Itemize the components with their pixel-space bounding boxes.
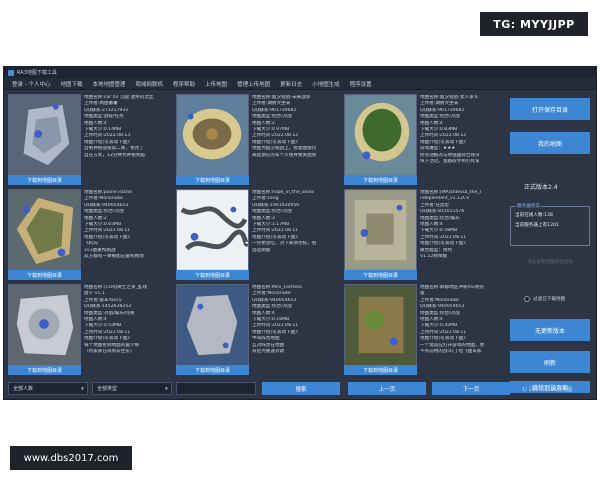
map-info: 地图名称:超汉视战-女人争斗 上传者:湖防大坐米 QQ联系:961730682 地图类…: [420, 95, 480, 165]
download-button[interactable]: 下载到地图目录: [8, 270, 81, 280]
online-users: 当前在线人数:138: [515, 213, 553, 218]
download-button[interactable]: 下载到地图目录: [344, 175, 417, 185]
chevron-down-icon: ▼: [80, 386, 84, 391]
map-info: 地图名称:cor 02 沉船 迷失的灵丝 上传者:两由番薯 QQ联系:2732179…: [84, 95, 154, 158]
map-card: 下载到地图目录 地图名称:麻都地区冲刺mv易别版上传者:Mononoke QQ联系…: [344, 284, 508, 376]
version-label: 正式版本2.4: [524, 184, 558, 191]
download-button[interactable]: 下载到地图目录: [8, 175, 81, 185]
menu-minimap[interactable]: 小地图生成: [307, 80, 345, 88]
map-thumbnail[interactable]: [344, 189, 417, 271]
map-info: 地图名称:麻都地区冲刺mv易别版上传者:Mononoke QQ联系:9400546…: [420, 285, 485, 355]
next-page-button[interactable]: 下一页: [432, 382, 510, 395]
map-card: 下载到地图目录 地图名称:超汉视战-未来战争 上传者:湖防大坐米 QQ联系:9617…: [176, 94, 340, 186]
map-info: 地图名称:plane island 上传者:Mononoke QQ联系:940054…: [84, 190, 144, 260]
bottom-bar: 全部人数 ▼ 全部类型 ▼ 搜索 上一页 下一页 1/ 133 共1191张地图: [8, 382, 594, 396]
filter-downloaded-label: 过滤已下载地图: [533, 297, 566, 302]
map-thumbnail[interactable]: [8, 284, 81, 366]
search-input[interactable]: [176, 382, 256, 395]
map-count: 当前服务器上有1201: [515, 222, 559, 228]
map-card: 下载到地图目录 地图名称:cor 02 沉船 迷失的灵丝 上传者:两由番薯 QQ联系…: [8, 94, 172, 186]
map-card: 下载到地图目录 地图名称:hope_in_the_snow 上传者:ceng QQ联…: [176, 189, 340, 281]
map-info: 地图名称:hope_in_the_snow 上传者:ceng QQ联系:190142…: [252, 190, 317, 253]
download-button[interactable]: 下载到地图目录: [176, 175, 249, 185]
download-button[interactable]: 下载到地图目录: [176, 270, 249, 280]
app-icon: [8, 69, 14, 76]
map-thumbnail[interactable]: [8, 189, 81, 271]
server-status-box: 服务器状态 当前在线人数:138 当前服务器上有1201: [510, 203, 590, 246]
download-button[interactable]: 下载到地图目录: [176, 365, 249, 375]
players-select[interactable]: 全部人数 ▼: [8, 382, 88, 395]
prev-page-button[interactable]: 上一页: [348, 382, 426, 395]
map-thumbnail[interactable]: [176, 94, 249, 176]
search-button[interactable]: 搜索: [262, 382, 340, 395]
map-card: 下载到地图目录 地图名称:Mini_Fortress 上传者:Mononoke QQ…: [176, 284, 340, 376]
menu-lan[interactable]: 局域网联机: [131, 80, 169, 88]
map-card: 下载到地图目录 地图名称:[MA]Odessa_the_I ndependent_…: [344, 189, 508, 281]
map-thumbnail[interactable]: [344, 284, 417, 366]
map-card: 下载到地图目录 地图名称:超汉视战-女人争斗 上传者:湖防大坐米 QQ联系:9617…: [344, 94, 508, 186]
page-info: 1/ 133 共1191张地图: [522, 387, 573, 393]
menu-local-maps[interactable]: 本地地图管理: [88, 80, 131, 88]
map-info: 地图名称:[CORJ将士之争_乱戏 唐夕 v1.1 上传者:雷军Yancy QQ联系:…: [84, 285, 147, 355]
watermark-bottom: www.dbs2017.com: [10, 446, 132, 470]
type-select[interactable]: 全部类型 ▼: [92, 382, 172, 395]
disabled-action-button: 点击查看地图的优化组: [527, 260, 573, 265]
download-button[interactable]: 下载到地图目录: [344, 270, 417, 280]
map-card: 下载到地图目录 地图名称:[CORJ将士之争_乱戏 唐夕 v1.1 上传者:雷军Ya…: [8, 284, 172, 376]
menu-changelog[interactable]: 更新日志: [275, 80, 307, 88]
title-bar: RA3地图下载工具: [4, 67, 596, 78]
chevron-down-icon: ▼: [164, 386, 168, 391]
watermark-top: TG: MYYJJPP: [480, 12, 588, 36]
menu-upload[interactable]: 上传地图: [200, 80, 232, 88]
server-status-title: 服务器状态: [516, 203, 541, 209]
map-thumbnail[interactable]: [344, 94, 417, 176]
menu-manage-uploads[interactable]: 管理上传地图: [232, 80, 275, 88]
download-button[interactable]: 下载到地图目录: [8, 365, 81, 375]
map-thumbnail[interactable]: [176, 189, 249, 271]
download-button[interactable]: 下载到地图目录: [344, 365, 417, 375]
map-card: 下载到地图目录 地图名称:plane island 上传者:Mononoke QQ联…: [8, 189, 172, 281]
menu-help[interactable]: 程序帮助: [168, 80, 200, 88]
window-title: RA3地图下载工具: [17, 70, 57, 76]
menu-login[interactable]: 登录 - 个人中心: [7, 80, 55, 88]
my-maps-button[interactable]: 我的地图: [510, 132, 590, 154]
map-thumbnail[interactable]: [176, 284, 249, 366]
map-thumbnail[interactable]: [8, 94, 81, 176]
map-info: 地图名称:Mini_Fortress 上传者:Mononoke QQ联系:94005…: [252, 285, 303, 355]
refresh-button[interactable]: 刷新: [510, 351, 590, 373]
menu-settings[interactable]: 程序设置: [345, 80, 377, 88]
open-directory-button[interactable]: 打开保存目录: [510, 98, 590, 120]
map-info: 地图名称:[MA]Odessa_the_I ndependent_v1.12CV 上…: [420, 190, 482, 260]
menu-bar: 登录 - 个人中心 地图下载 本地地图管理 局域网联机 程序帮助 上传地图 管理…: [4, 78, 596, 90]
check-update-button[interactable]: 无更新版本: [510, 319, 590, 341]
filter-downloaded-toggle[interactable]: 过滤已下载地图: [524, 296, 565, 302]
radio-icon[interactable]: [524, 296, 530, 302]
app-window: RA3地图下载工具 登录 - 个人中心 地图下载 本地地图管理 局域网联机 程序…: [3, 66, 597, 400]
menu-map-download[interactable]: 地图下载: [55, 80, 87, 88]
map-info: 地图名称:超汉视战-未来战争 上传者:湖防大坐米 QQ联系:961730682 地图类…: [252, 95, 317, 158]
